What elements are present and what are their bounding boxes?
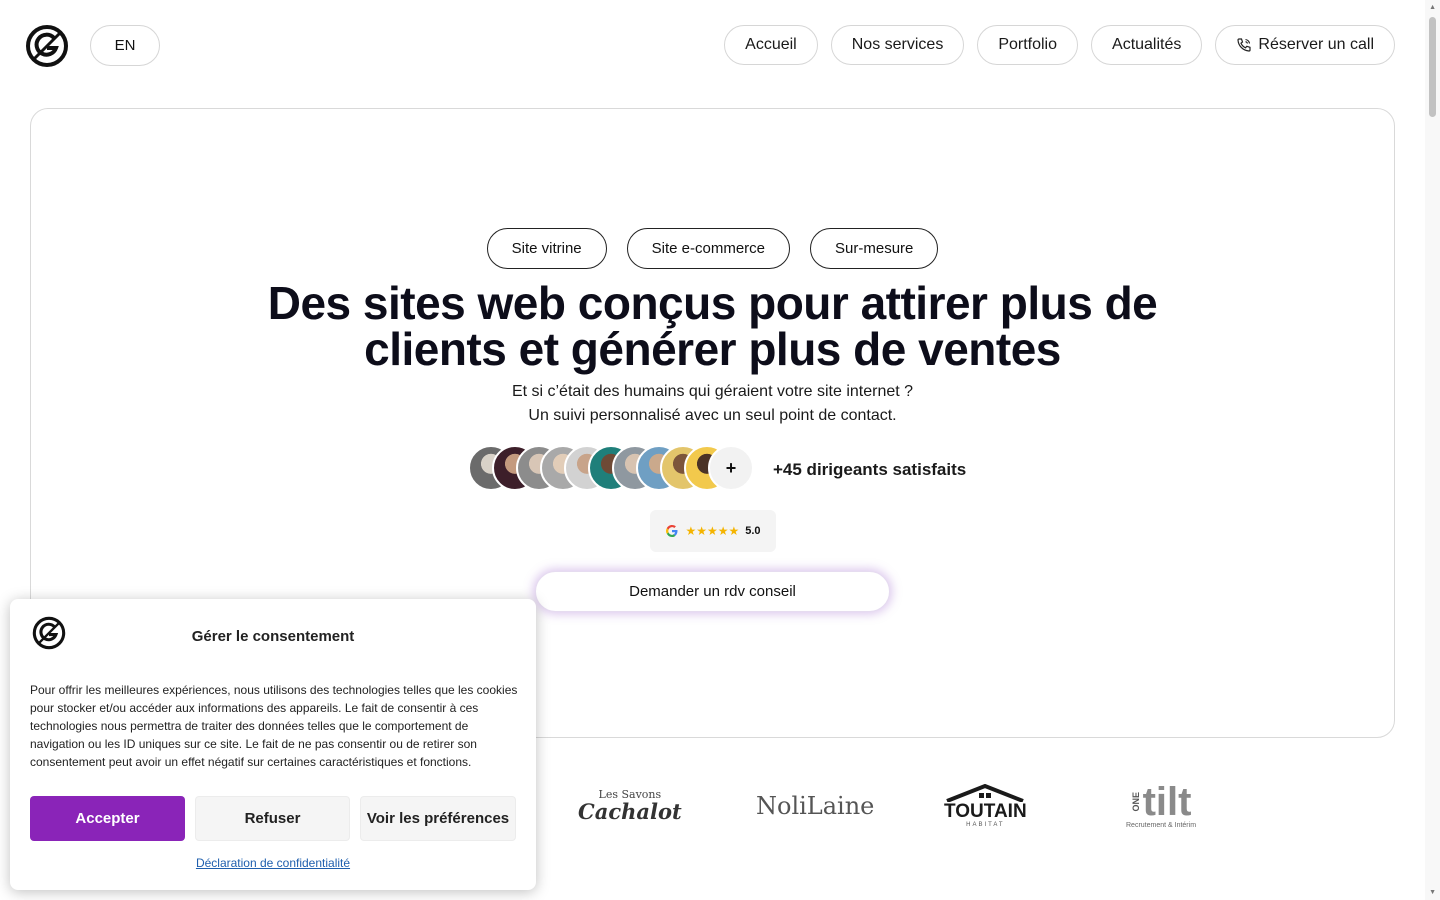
main-nav: Accueil Nos services Portfolio Actualité… <box>724 25 1395 65</box>
client-avatars: + <box>468 445 754 491</box>
hero-subtitle-line1: Et si c’était des humains qui géraient v… <box>511 383 914 400</box>
onetilt-logo-one: ONE <box>1130 792 1141 812</box>
language-label: EN <box>114 37 136 54</box>
nav-accueil-label: Accueil <box>745 36 797 53</box>
nav-services[interactable]: Nos services <box>830 25 965 65</box>
house-roof-icon <box>946 784 1025 802</box>
tag-sur-mesure[interactable]: Sur-mesure <box>810 228 939 269</box>
client-logo-nolilaine: NoliLaine <box>756 792 874 820</box>
book-call-button[interactable]: Réserver un call <box>1215 25 1395 65</box>
nav-services-label: Nos services <box>851 36 944 53</box>
request-appointment-button[interactable]: Demander un rdv conseil <box>535 571 890 612</box>
hero-title: Des sites web conçus pour attirer plus d… <box>200 280 1225 372</box>
book-call-label: Réserver un call <box>1258 36 1374 53</box>
rating-value: 5.0 <box>745 525 761 537</box>
hero-subtitle-line2: Un suivi personnalisé avec un seul point… <box>528 407 897 424</box>
hero-title-line1: Des sites web conçus pour attirer plus d… <box>267 277 1158 329</box>
toutain-logo-sub: HABITAT <box>966 822 1005 828</box>
nav-actualites[interactable]: Actualités <box>1091 25 1203 65</box>
avatars-more-button[interactable]: + <box>708 445 754 491</box>
page-scrollbar[interactable]: ▲ ▼ <box>1425 0 1440 900</box>
hero-title-line2: clients et générer plus de ventes <box>364 323 1061 375</box>
consent-banner: Gérer le consentement Pour offrir les me… <box>10 599 536 890</box>
nav-actualites-label: Actualités <box>1112 36 1182 53</box>
client-logo-onetilt: ONE tilt Recrutement & Intérim <box>1126 782 1196 829</box>
google-icon <box>666 525 678 537</box>
brand-logo-icon[interactable] <box>25 24 69 68</box>
scroll-up-icon[interactable]: ▲ <box>1429 4 1436 11</box>
service-tags: Site vitrine Site e-commerce Sur-mesure <box>0 228 1425 269</box>
client-logo-toutain: TOUTAIN HABITAT <box>944 784 1027 828</box>
nav-accueil[interactable]: Accueil <box>724 25 818 65</box>
preferences-button[interactable]: Voir les préférences <box>360 796 516 841</box>
cachalot-logo-name: Cachalot <box>578 799 682 824</box>
tag-site-ecommerce-label: Site e-commerce <box>651 240 766 257</box>
onetilt-logo-sub: Recrutement & Intérim <box>1126 822 1197 829</box>
client-logo-cachalot: Les Savons Cachalot <box>578 788 682 823</box>
toutain-logo-name: TOUTAIN <box>944 801 1027 822</box>
onetilt-logo-name: tilt <box>1142 780 1192 824</box>
consent-text: Pour offrir les meilleures expériences, … <box>30 683 518 769</box>
request-appointment-label: Demander un rdv conseil <box>629 583 796 600</box>
nav-portfolio[interactable]: Portfolio <box>977 25 1079 65</box>
tag-site-ecommerce[interactable]: Site e-commerce <box>626 228 791 269</box>
privacy-statement-link[interactable]: Déclaration de confidentialité <box>10 856 536 870</box>
phone-icon <box>1237 38 1251 52</box>
accept-button[interactable]: Accepter <box>30 796 185 841</box>
refuse-button[interactable]: Refuser <box>195 796 350 841</box>
hero-subtitle: Et si c’était des humains qui géraient v… <box>400 380 1025 428</box>
satisfied-count: +45 dirigeants satisfaits <box>773 460 967 479</box>
scroll-down-icon[interactable]: ▼ <box>1429 889 1436 896</box>
preferences-label: Voir les préférences <box>366 810 510 827</box>
accept-label: Accepter <box>75 810 140 827</box>
nolilaine-logo-name: NoliLaine <box>756 792 875 820</box>
language-switch[interactable]: EN <box>90 25 160 66</box>
nav-portfolio-label: Portfolio <box>998 36 1058 53</box>
rating-stars: ★★★★★ <box>685 524 740 538</box>
scrollbar-thumb[interactable] <box>1429 17 1436 117</box>
tag-site-vitrine[interactable]: Site vitrine <box>486 228 607 269</box>
consent-title: Gérer le consentement <box>191 628 355 645</box>
google-rating-badge[interactable]: ★★★★★ 5.0 <box>650 510 776 552</box>
avatars-more-label: + <box>725 457 737 478</box>
tag-sur-mesure-label: Sur-mesure <box>835 240 914 257</box>
refuse-label: Refuser <box>244 810 301 827</box>
tag-site-vitrine-label: Site vitrine <box>511 240 582 257</box>
